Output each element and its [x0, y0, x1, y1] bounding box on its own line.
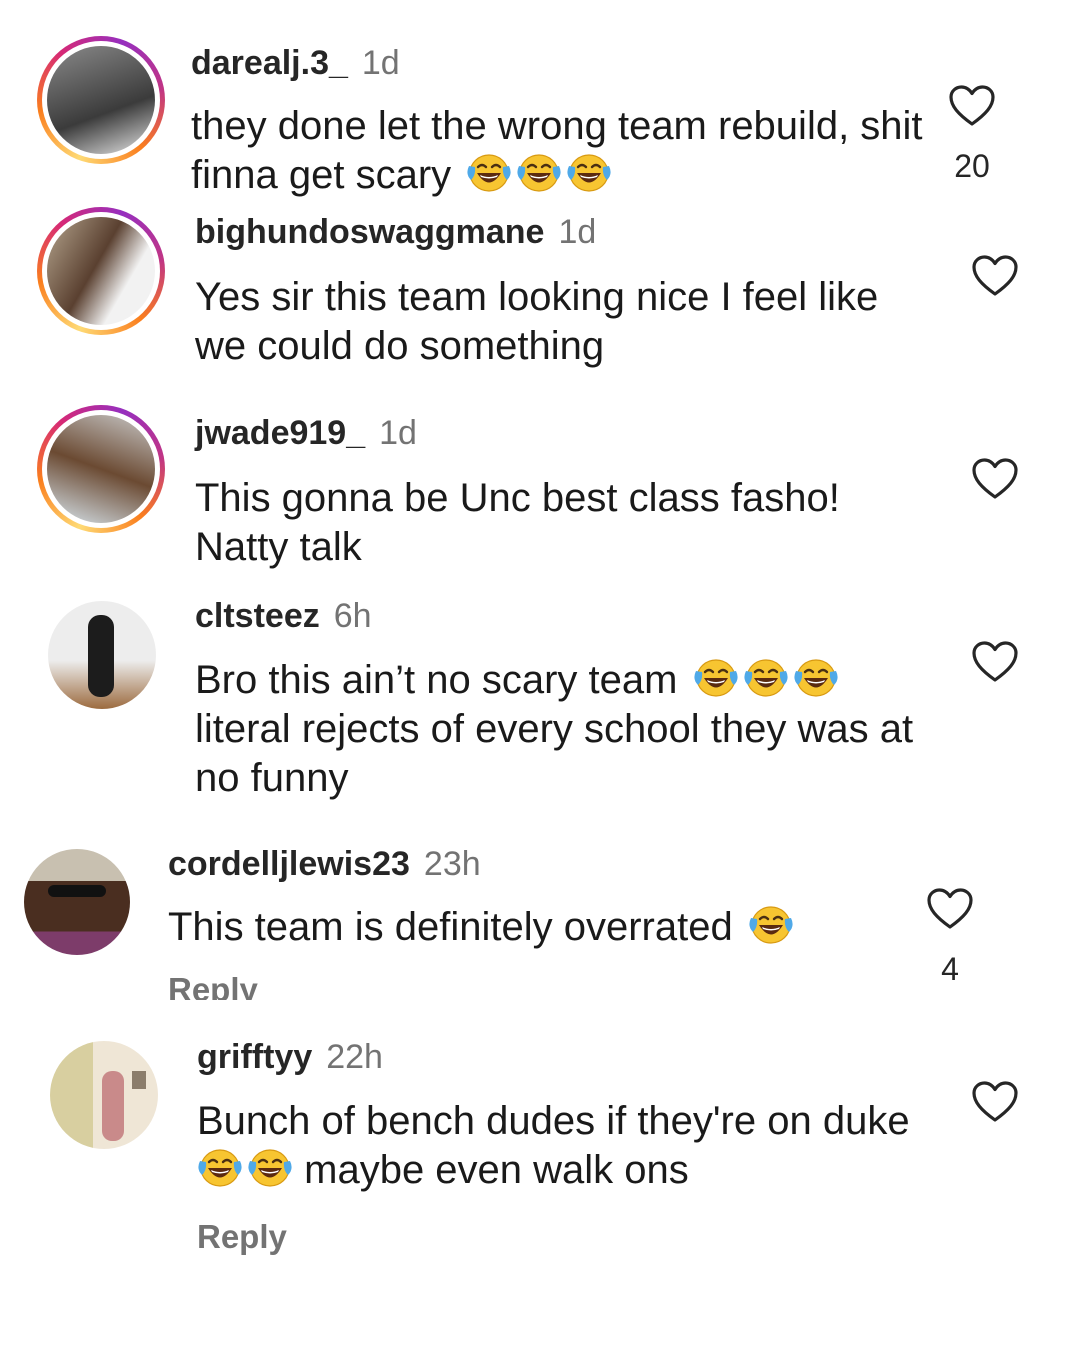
comment-username[interactable]: darealj.3_ — [191, 44, 348, 82]
comment-meta: grifftyy 22h — [197, 1038, 383, 1077]
avatar — [47, 415, 155, 523]
comment-meta: jwade919_ 1d — [195, 414, 417, 453]
comment-text: This gonna be Unc best class fasho! Natt… — [195, 476, 840, 569]
heart-outline-icon[interactable] — [971, 640, 1019, 684]
comment-time: 1d — [361, 44, 400, 82]
face-with-tears-of-joy-emoji — [466, 152, 512, 194]
avatar-wrapper[interactable] — [50, 1041, 158, 1149]
comment-time: 1d — [558, 213, 597, 251]
comment-text: Bro this ain’t no scary team literal rej… — [195, 657, 914, 800]
comment-username[interactable]: jwade919_ — [195, 414, 365, 452]
avatar-wrapper[interactable] — [24, 849, 130, 955]
reply-clip: Reply — [168, 968, 258, 1000]
comment-username[interactable]: cordelljlewis23 — [168, 845, 410, 883]
comment-time: 6h — [333, 597, 372, 635]
comment-username[interactable]: bighundoswaggmane — [195, 213, 544, 251]
reply-button[interactable]: Reply — [168, 971, 258, 1000]
like-count: 4 — [941, 951, 959, 987]
face-with-tears-of-joy-emoji — [247, 1147, 293, 1189]
story-ring-avatar[interactable] — [37, 405, 165, 533]
avatar — [47, 46, 155, 154]
face-with-tears-of-joy-emoji — [793, 657, 839, 699]
reply-button[interactable]: Reply — [197, 1218, 287, 1256]
comment-text: Yes sir this team looking nice I feel li… — [195, 275, 879, 368]
story-ring-avatar[interactable] — [37, 36, 165, 164]
heart-outline-icon[interactable] — [926, 887, 974, 931]
comment-time: 1d — [379, 414, 417, 452]
comment-meta: cltsteez 6h — [195, 597, 372, 636]
face-with-tears-of-joy-emoji — [743, 657, 789, 699]
comment-username[interactable]: cltsteez — [195, 597, 320, 635]
comment-time: 22h — [326, 1038, 383, 1076]
comment-username[interactable]: grifftyy — [197, 1038, 312, 1076]
face-with-tears-of-joy-emoji — [693, 657, 739, 699]
comment-meta: darealj.3_ 1d — [191, 44, 400, 83]
comment-time: 23h — [423, 845, 481, 883]
face-with-tears-of-joy-emoji — [566, 152, 612, 194]
avatar — [50, 1041, 158, 1149]
face-with-tears-of-joy-emoji — [516, 152, 562, 194]
heart-outline-icon[interactable] — [971, 1080, 1019, 1124]
avatar-wrapper[interactable] — [48, 601, 156, 709]
comment-meta: bighundoswaggmane 1d — [195, 213, 596, 252]
heart-outline-icon[interactable] — [948, 84, 996, 128]
like-count: 20 — [954, 148, 990, 184]
avatar — [24, 849, 130, 955]
comment-text: they done let the wrong team rebuild, sh… — [191, 104, 923, 197]
comment-text: This team is definitely overrated — [168, 903, 908, 952]
face-with-tears-of-joy-emoji — [197, 1147, 243, 1189]
heart-outline-icon[interactable] — [971, 254, 1019, 298]
avatar — [48, 601, 156, 709]
comment-text: Bunch of bench dudes if they're on duke … — [197, 1099, 910, 1192]
heart-outline-icon[interactable] — [971, 457, 1019, 501]
comment-meta: cordelljlewis23 23h — [168, 845, 481, 884]
story-ring-avatar[interactable] — [37, 207, 165, 335]
face-with-tears-of-joy-emoji — [748, 904, 794, 946]
avatar — [47, 217, 155, 325]
